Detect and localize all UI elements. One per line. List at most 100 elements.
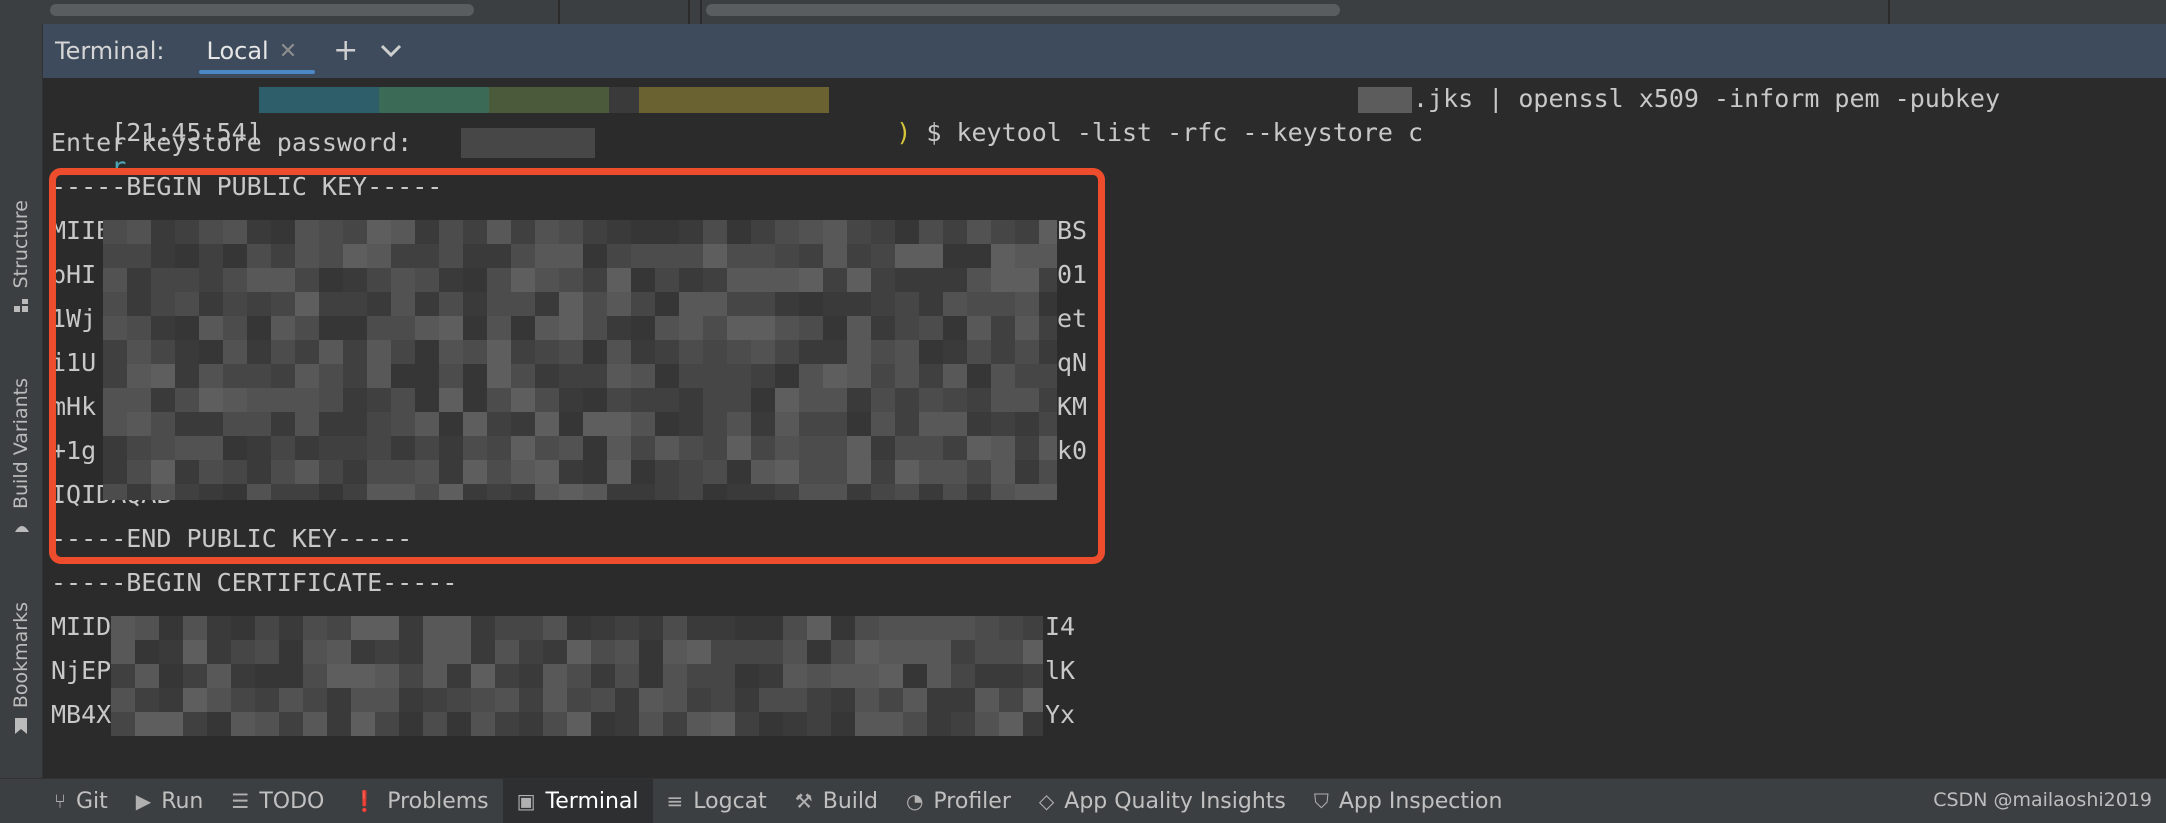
redaction-pixel bbox=[535, 268, 559, 292]
chevron-down-icon[interactable] bbox=[380, 44, 402, 58]
redaction-pixel bbox=[735, 688, 759, 712]
side-tab-structure[interactable]: Structure bbox=[0, 200, 42, 314]
redaction-pixel bbox=[655, 244, 679, 268]
redaction-pixel bbox=[231, 688, 255, 712]
redaction-pixel bbox=[631, 412, 655, 436]
redaction-pixel bbox=[855, 616, 879, 640]
redaction-pixel bbox=[951, 712, 975, 736]
prompt-line: [21:45:54] r bbox=[51, 82, 262, 181]
cert-line-end: Yx bbox=[1045, 700, 1076, 729]
redaction-pixel bbox=[871, 364, 895, 388]
close-icon[interactable]: ✕ bbox=[279, 39, 297, 64]
bottom-tab-run[interactable]: ▶ Run bbox=[122, 779, 218, 823]
redaction-pixel bbox=[823, 484, 847, 500]
redaction-pixel bbox=[655, 460, 679, 484]
redaction-pixel bbox=[399, 664, 423, 688]
redaction-pixel bbox=[991, 388, 1015, 412]
redaction-pixel bbox=[367, 388, 391, 412]
redaction-pixel bbox=[447, 664, 471, 688]
bottom-tab-label: App Inspection bbox=[1338, 788, 1503, 814]
bottom-tab-problems[interactable]: ❗ Problems bbox=[338, 779, 502, 823]
key-line-end: 01 bbox=[1057, 260, 1088, 289]
horizontal-scrollbar-left[interactable] bbox=[50, 4, 474, 16]
redaction-pixel bbox=[223, 364, 247, 388]
redaction-pixel bbox=[783, 712, 807, 736]
redaction-pixel bbox=[999, 616, 1023, 640]
bottom-tab-profiler[interactable]: ◔ Profiler bbox=[892, 779, 1025, 823]
redaction-pixel bbox=[367, 316, 391, 340]
bottom-tab-git[interactable]: ⑂ Git bbox=[40, 779, 122, 823]
tab-local[interactable]: Local ✕ bbox=[193, 24, 316, 78]
redaction-pixel bbox=[319, 388, 343, 412]
redaction-pixel bbox=[199, 220, 223, 244]
begin-public-key: -----BEGIN PUBLIC KEY----- bbox=[51, 172, 443, 201]
redaction-pixel bbox=[919, 412, 943, 436]
redaction-pixel bbox=[199, 292, 223, 316]
redaction-pixel bbox=[919, 220, 943, 244]
redaction-pixel bbox=[327, 688, 351, 712]
redaction-pixel bbox=[175, 364, 199, 388]
redaction-pixel bbox=[399, 688, 423, 712]
redaction-pixel bbox=[151, 292, 175, 316]
redaction-pixel bbox=[463, 412, 487, 436]
new-tab-button[interactable]: + bbox=[333, 36, 358, 66]
redaction-pixel bbox=[511, 316, 535, 340]
bottom-tab-todo[interactable]: ☰ TODO bbox=[217, 779, 338, 823]
redaction-pixel bbox=[415, 292, 439, 316]
redaction-pixel bbox=[367, 436, 391, 460]
bottom-tab-app-quality-insights[interactable]: ◇ App Quality Insights bbox=[1025, 779, 1300, 823]
redaction-pixel bbox=[487, 460, 511, 484]
redaction-pixel bbox=[447, 640, 471, 664]
tab-local-label: Local bbox=[206, 37, 269, 65]
redaction-pixel bbox=[319, 244, 343, 268]
redaction-pixel bbox=[295, 220, 319, 244]
redaction-pixel bbox=[447, 712, 471, 736]
redaction-pixel bbox=[631, 460, 655, 484]
redaction-pixel bbox=[879, 712, 903, 736]
redaction-pixel bbox=[223, 340, 247, 364]
redaction-pixel bbox=[343, 292, 367, 316]
bottom-tab-app-inspection[interactable]: ⛉ App Inspection bbox=[1300, 779, 1517, 823]
redaction-pixel bbox=[663, 640, 687, 664]
redaction-pixel bbox=[367, 244, 391, 268]
redaction-pixel bbox=[231, 664, 255, 688]
redaction-pixel bbox=[799, 220, 823, 244]
redaction-pixel bbox=[295, 364, 319, 388]
horizontal-scrollbar-right[interactable] bbox=[706, 4, 1340, 16]
redaction-pixel bbox=[871, 220, 895, 244]
redaction-pixel bbox=[135, 664, 159, 688]
redaction-pixel bbox=[567, 640, 591, 664]
redaction-pixel bbox=[991, 244, 1015, 268]
redaction-pixel bbox=[415, 268, 439, 292]
redaction-pixel bbox=[991, 268, 1015, 292]
side-tab-bookmarks[interactable]: Bookmarks bbox=[0, 602, 42, 735]
redaction-pixel bbox=[919, 460, 943, 484]
redaction-pixel bbox=[343, 244, 367, 268]
redaction-pixel bbox=[279, 616, 303, 640]
redaction-pixel bbox=[703, 292, 727, 316]
redaction-pixel bbox=[583, 460, 607, 484]
redaction-pixel bbox=[591, 688, 615, 712]
redaction-pixel bbox=[847, 220, 871, 244]
terminal-output[interactable]: [21:45:54] r ) $ keytool -list -rfc --ke… bbox=[43, 78, 2166, 778]
redaction-pixel bbox=[1015, 388, 1039, 412]
redaction-pixel bbox=[391, 436, 415, 460]
hammer-icon: ⚒ bbox=[794, 789, 813, 813]
redaction-pixel bbox=[135, 688, 159, 712]
bottom-tab-logcat[interactable]: ≡ Logcat bbox=[653, 779, 781, 823]
redaction-pixel bbox=[423, 688, 447, 712]
divider bbox=[558, 0, 560, 24]
side-tab-build-variants[interactable]: Build Variants bbox=[0, 378, 42, 535]
redaction-pixel bbox=[967, 340, 991, 364]
bottom-tab-label: App Quality Insights bbox=[1064, 788, 1286, 814]
redaction-pixel bbox=[511, 244, 535, 268]
bottom-tab-build[interactable]: ⚒ Build bbox=[781, 779, 892, 823]
redaction-pixel bbox=[223, 268, 247, 292]
redaction-pixel bbox=[103, 316, 127, 340]
redaction-pixel bbox=[975, 712, 999, 736]
redaction-pixel bbox=[775, 484, 799, 500]
bottom-tab-terminal[interactable]: ▣ Terminal bbox=[502, 779, 653, 823]
redaction-pixel bbox=[711, 664, 735, 688]
redaction-pixel bbox=[751, 460, 775, 484]
redaction-pixel bbox=[847, 244, 871, 268]
